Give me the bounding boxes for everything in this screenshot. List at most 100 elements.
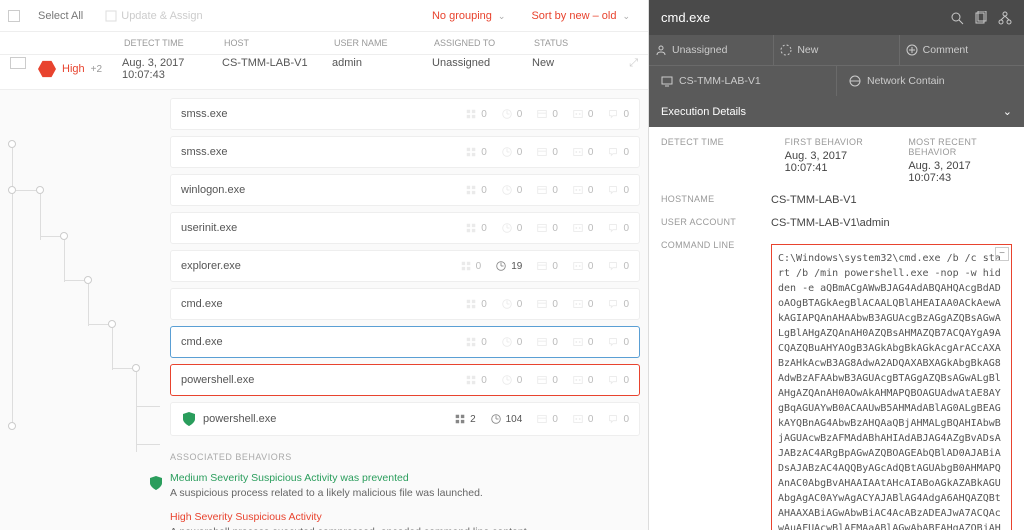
- host-link[interactable]: CS-TMM-LAB-V1: [649, 66, 837, 96]
- row-checkbox[interactable]: [10, 57, 26, 69]
- tree-node[interactable]: [132, 364, 140, 372]
- tree-icon[interactable]: [998, 11, 1012, 25]
- header-host: HOST: [218, 38, 328, 48]
- process-stat: 0: [536, 413, 558, 425]
- network-contain-button[interactable]: Network Contain: [837, 66, 1024, 96]
- process-stat: 0: [536, 146, 558, 158]
- process-name: cmd.exe: [181, 298, 465, 310]
- collapse-button[interactable]: −: [995, 247, 1009, 261]
- process-stat: 0: [536, 222, 558, 234]
- process-stat: 0: [572, 222, 594, 234]
- process-stat: 0: [465, 184, 487, 196]
- tab-new[interactable]: New: [774, 35, 899, 65]
- detection-summary: High +2 Aug. 3, 2017 10:07:43 CS-TMM-LAB…: [0, 55, 648, 89]
- meta-detect-label: DETECT TIME: [661, 137, 765, 147]
- search-icon[interactable]: [950, 11, 964, 25]
- meta-hostname-val: CS-TMM-LAB-V1: [771, 194, 1012, 206]
- copy-icon[interactable]: [974, 11, 988, 25]
- process-stat: 0: [607, 260, 629, 272]
- update-assign-button[interactable]: Update & Assign: [97, 6, 210, 26]
- process-stat: 0: [536, 184, 558, 196]
- process-row[interactable]: powershell.exe00000: [170, 364, 640, 396]
- header-assigned: ASSIGNED TO: [428, 38, 528, 48]
- assoc-behaviors-header: ASSOCIATED BEHAVIORS: [170, 452, 648, 462]
- tree-node[interactable]: [84, 276, 92, 284]
- monitor-icon: [661, 75, 673, 87]
- process-name: explorer.exe: [181, 260, 460, 272]
- process-stat: 0: [501, 108, 523, 120]
- tree-node[interactable]: [60, 232, 68, 240]
- val-assigned: Unassigned: [426, 57, 526, 81]
- process-stat: 0: [536, 298, 558, 310]
- process-stat: 0: [572, 298, 594, 310]
- network-icon: [849, 75, 861, 87]
- process-stat: 0: [465, 298, 487, 310]
- process-stat: 0: [465, 374, 487, 386]
- process-row[interactable]: cmd.exe00000: [170, 326, 640, 358]
- process-stat: 0: [501, 374, 523, 386]
- process-stat: 0: [607, 374, 629, 386]
- tree-node[interactable]: [8, 140, 16, 148]
- tree-node[interactable]: [8, 422, 16, 430]
- process-name: powershell.exe: [203, 413, 454, 425]
- process-stat: 0: [607, 108, 629, 120]
- process-name: cmd.exe: [181, 336, 465, 348]
- tree-node[interactable]: [8, 186, 16, 194]
- process-stat: 0: [607, 184, 629, 196]
- process-stat: 0: [536, 336, 558, 348]
- process-stat: 0: [501, 336, 523, 348]
- process-name: smss.exe: [181, 108, 465, 120]
- process-row[interactable]: explorer.exe019000: [170, 250, 640, 282]
- sort-dropdown[interactable]: Sort by new – old⌄: [521, 6, 640, 26]
- process-stat: 0: [501, 222, 523, 234]
- behavior-title: Medium Severity Suspicious Activity was …: [170, 472, 648, 484]
- meta-recent-label: MOST RECENT BEHAVIOR: [908, 137, 1012, 157]
- process-stat: 0: [572, 108, 594, 120]
- user-icon: [655, 44, 667, 56]
- tree-node[interactable]: [108, 320, 116, 328]
- process-stat: 0: [465, 336, 487, 348]
- process-stat: 0: [536, 108, 558, 120]
- process-row[interactable]: userinit.exe00000: [170, 212, 640, 244]
- tree-node[interactable]: [36, 186, 44, 194]
- process-name: winlogon.exe: [181, 184, 465, 196]
- meta-recent-val: Aug. 3, 2017 10:07:43: [908, 160, 1012, 184]
- process-stat: 0: [501, 184, 523, 196]
- severity-label: High: [62, 63, 85, 75]
- process-row[interactable]: smss.exe00000: [170, 98, 640, 130]
- process-stat: 0: [501, 298, 523, 310]
- process-stat: 0: [572, 374, 594, 386]
- process-name: smss.exe: [181, 146, 465, 158]
- select-all-checkbox[interactable]: [8, 10, 20, 22]
- tab-unassigned[interactable]: Unassigned: [649, 35, 774, 65]
- behavior-desc: A suspicious process related to a likely…: [170, 487, 648, 499]
- process-stat: 0: [607, 336, 629, 348]
- execution-details-header[interactable]: Execution Details ⌄: [649, 96, 1024, 127]
- process-stat: 0: [465, 222, 487, 234]
- meta-first-val: Aug. 3, 2017 10:07:41: [785, 150, 889, 174]
- header-status: STATUS: [528, 38, 608, 48]
- detail-title: cmd.exe: [661, 10, 710, 25]
- process-stat: 0: [607, 298, 629, 310]
- select-all-button[interactable]: Select All: [30, 6, 91, 26]
- header-detect-time: DETECT TIME: [118, 38, 218, 48]
- process-row[interactable]: powershell.exe2104000: [170, 402, 640, 436]
- process-stat: 0: [465, 108, 487, 120]
- column-headers: DETECT TIME HOST USER NAME ASSIGNED TO S…: [0, 32, 648, 55]
- expand-icon[interactable]: ⤢: [629, 57, 638, 81]
- process-row[interactable]: smss.exe00000: [170, 136, 640, 168]
- process-stat: 0: [536, 374, 558, 386]
- val-host: CS-TMM-LAB-V1: [216, 57, 326, 81]
- process-stat: 104: [490, 413, 523, 425]
- process-name: userinit.exe: [181, 222, 465, 234]
- process-stat: 0: [607, 222, 629, 234]
- meta-cmd-label: COMMAND LINE: [661, 240, 751, 250]
- detail-header: cmd.exe: [649, 0, 1024, 35]
- process-stat: 19: [495, 260, 522, 272]
- process-row[interactable]: cmd.exe00000: [170, 288, 640, 320]
- process-stat: 2: [454, 413, 476, 425]
- severity-count: +2: [91, 64, 102, 75]
- process-row[interactable]: winlogon.exe00000: [170, 174, 640, 206]
- grouping-dropdown[interactable]: No grouping⌄: [422, 6, 515, 26]
- tab-comment[interactable]: Comment: [900, 35, 1024, 65]
